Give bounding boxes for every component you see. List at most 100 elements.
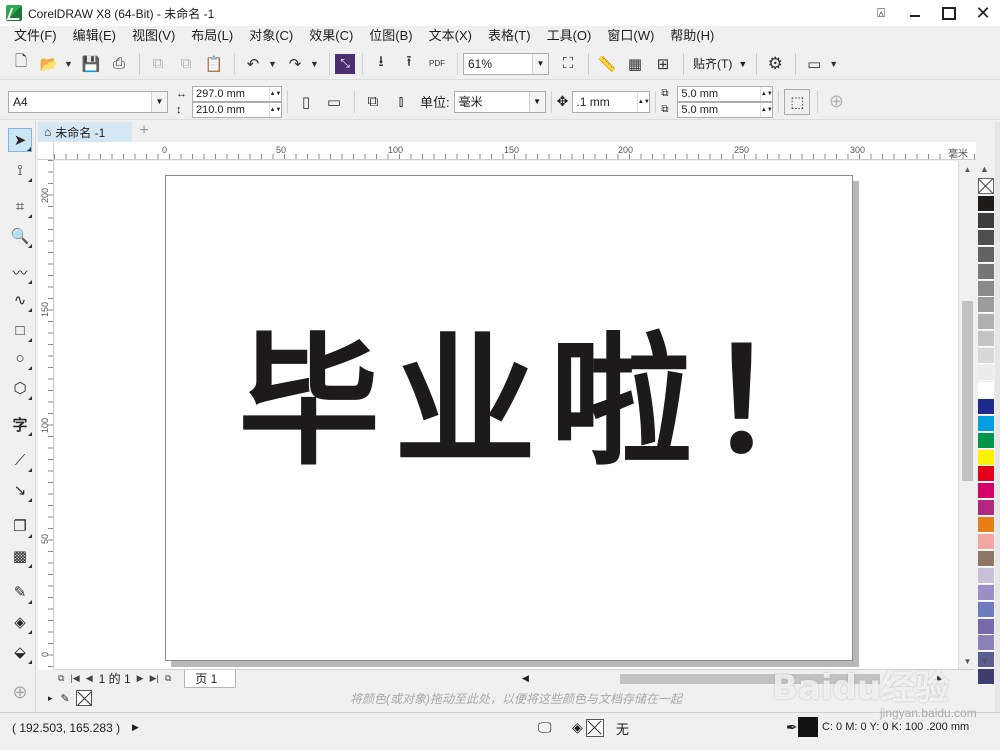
units-combo[interactable]: 毫米 ▼ bbox=[453, 90, 546, 113]
add-page-before-icon[interactable]: ⧉ bbox=[58, 673, 64, 684]
vertical-ruler[interactable]: 200 150 100 50 0 bbox=[38, 160, 54, 670]
previous-page-icon[interactable]: ◀ bbox=[86, 673, 93, 684]
cut-icon[interactable]: ⧉ bbox=[145, 51, 171, 77]
color-swatch[interactable] bbox=[978, 331, 994, 348]
search-content-icon[interactable]: ⤡ bbox=[335, 53, 355, 74]
vertical-scrollbar[interactable]: ▲ ▼ bbox=[958, 161, 975, 669]
open-folder-icon[interactable]: 📂 bbox=[36, 51, 62, 77]
menu-effects[interactable]: 效果(C) bbox=[301, 26, 361, 46]
ruler-origin[interactable] bbox=[38, 142, 54, 160]
document-page[interactable]: 毕业啦！ bbox=[165, 175, 853, 661]
duplicate-x-input[interactable]: 5.0 mm ▲▼ bbox=[677, 85, 774, 102]
options-gear-icon[interactable]: ⚙ bbox=[762, 51, 788, 77]
drawing-canvas[interactable]: 毕业啦！ bbox=[55, 161, 975, 669]
color-swatch[interactable] bbox=[978, 381, 994, 398]
status-menu-arrow-icon[interactable]: ▶ bbox=[132, 722, 139, 733]
spinner-icon[interactable]: ▲▼ bbox=[637, 91, 650, 112]
import-icon[interactable]: ⭳ bbox=[368, 51, 394, 77]
first-page-icon[interactable]: |◀ bbox=[70, 673, 79, 684]
last-page-icon[interactable]: ▶| bbox=[150, 673, 159, 684]
new-tab-icon[interactable]: + bbox=[136, 123, 152, 140]
color-swatch[interactable] bbox=[978, 314, 994, 331]
chevron-down-icon[interactable]: ▼ bbox=[528, 91, 545, 112]
account-icon[interactable]: ⍓ bbox=[864, 0, 898, 26]
add-tool-icon[interactable]: ⊕ bbox=[8, 680, 32, 704]
color-swatch[interactable] bbox=[978, 229, 994, 246]
all-pages-icon[interactable]: ⧉ bbox=[360, 89, 386, 115]
artistic-text[interactable]: 毕业啦！ bbox=[238, 332, 862, 474]
color-swatch[interactable] bbox=[978, 483, 994, 500]
copy-icon[interactable]: ⧉ bbox=[173, 51, 199, 77]
palette-scroll-down-icon[interactable]: ▼ bbox=[980, 656, 989, 666]
close-button[interactable]: ✕ bbox=[966, 0, 1000, 26]
color-swatch[interactable] bbox=[978, 601, 994, 618]
add-icon[interactable]: ⊕ bbox=[823, 89, 849, 115]
color-swatch[interactable] bbox=[978, 517, 994, 534]
landscape-icon[interactable]: ▭ bbox=[321, 89, 347, 115]
pick-tool-icon[interactable]: ➤ bbox=[8, 128, 32, 152]
color-swatch[interactable] bbox=[978, 398, 994, 415]
palette-expand-icon[interactable]: ▸ bbox=[48, 693, 53, 704]
color-swatch[interactable] bbox=[978, 432, 994, 449]
undo-dropdown-icon[interactable]: ▼ bbox=[268, 59, 278, 69]
spinner-icon[interactable]: ▲▼ bbox=[760, 86, 773, 101]
color-swatch[interactable] bbox=[978, 635, 994, 652]
horizontal-ruler[interactable]: 0 50 100 150 200 250 300 毫米 bbox=[54, 142, 976, 160]
show-guidelines-icon[interactable]: ⊞ bbox=[650, 51, 676, 77]
color-swatch[interactable] bbox=[978, 297, 994, 314]
spinner-icon[interactable]: ▲▼ bbox=[269, 102, 281, 117]
color-swatch[interactable] bbox=[978, 500, 994, 517]
color-swatch[interactable] bbox=[978, 584, 994, 601]
color-swatch[interactable] bbox=[978, 618, 994, 635]
smart-fill-tool-icon[interactable]: ⬙ bbox=[8, 640, 32, 664]
polygon-tool-icon[interactable]: ⬡ bbox=[8, 376, 32, 400]
maximize-button[interactable] bbox=[932, 0, 966, 26]
color-proofing-icon[interactable]: 🖵 bbox=[538, 719, 552, 736]
scroll-left-icon[interactable]: ◀ bbox=[522, 673, 529, 684]
color-swatch[interactable] bbox=[978, 280, 994, 297]
color-swatch[interactable] bbox=[978, 415, 994, 432]
color-swatch[interactable] bbox=[978, 246, 994, 263]
freehand-tool-icon[interactable]: 〰 bbox=[8, 260, 32, 284]
print-icon[interactable]: ⎙ bbox=[106, 51, 132, 77]
menu-tools[interactable]: 工具(O) bbox=[539, 26, 600, 46]
no-color-swatch[interactable] bbox=[75, 690, 92, 706]
artistic-media-tool-icon[interactable]: ∿ bbox=[8, 288, 32, 312]
next-page-icon[interactable]: ▶ bbox=[137, 673, 144, 684]
color-swatch[interactable] bbox=[978, 212, 994, 229]
redo-dropdown-icon[interactable]: ▼ bbox=[310, 59, 320, 69]
menu-text[interactable]: 文本(X) bbox=[421, 26, 480, 46]
publish-pdf-icon[interactable]: PDF bbox=[424, 51, 450, 77]
nudge-distance-input[interactable]: .1 mm ▲▼ bbox=[572, 90, 651, 113]
color-swatch[interactable] bbox=[978, 449, 994, 466]
snap-to-button[interactable]: 贴齐(T) ▼ bbox=[689, 52, 751, 76]
crop-tool-icon[interactable]: ⌗ bbox=[8, 194, 32, 218]
color-swatch[interactable] bbox=[978, 196, 994, 212]
current-page-icon[interactable]: ⫾ bbox=[388, 89, 414, 115]
color-swatch[interactable] bbox=[978, 348, 994, 365]
color-swatch[interactable] bbox=[978, 550, 994, 567]
ellipse-tool-icon[interactable]: ○ bbox=[8, 346, 32, 370]
add-page-after-icon[interactable]: ⧉ bbox=[165, 673, 171, 684]
palette-scroll-up-icon[interactable]: ▲ bbox=[980, 164, 989, 174]
zoom-level-combo[interactable]: 61% ▼ bbox=[463, 52, 549, 75]
redo-icon[interactable]: ↷ bbox=[282, 51, 308, 77]
vertical-scroll-thumb[interactable] bbox=[962, 301, 973, 481]
application-launcher-icon[interactable]: ▭ bbox=[801, 51, 827, 77]
minimize-button[interactable] bbox=[898, 0, 932, 26]
chevron-down-icon[interactable]: ▼ bbox=[532, 53, 548, 74]
menu-object[interactable]: 对象(C) bbox=[241, 26, 301, 46]
parallel-dimension-tool-icon[interactable]: ⟋ bbox=[8, 448, 32, 472]
color-swatch[interactable] bbox=[978, 365, 994, 381]
launcher-dropdown-icon[interactable]: ▼ bbox=[829, 59, 839, 69]
outline-pen-icon[interactable]: ✒ bbox=[786, 719, 798, 736]
drop-shadow-tool-icon[interactable]: ❐ bbox=[8, 514, 32, 538]
menu-layout[interactable]: 布局(L) bbox=[183, 26, 241, 46]
scroll-down-icon[interactable]: ▼ bbox=[959, 653, 976, 669]
fill-indicator-icon[interactable]: ◈ bbox=[572, 719, 583, 736]
color-swatch[interactable] bbox=[978, 534, 994, 550]
color-swatch[interactable] bbox=[978, 263, 994, 280]
document-tab[interactable]: ⌂ 未命名 -1 bbox=[38, 122, 132, 142]
menu-bitmaps[interactable]: 位图(B) bbox=[361, 26, 420, 46]
save-icon[interactable]: 💾 bbox=[78, 51, 104, 77]
